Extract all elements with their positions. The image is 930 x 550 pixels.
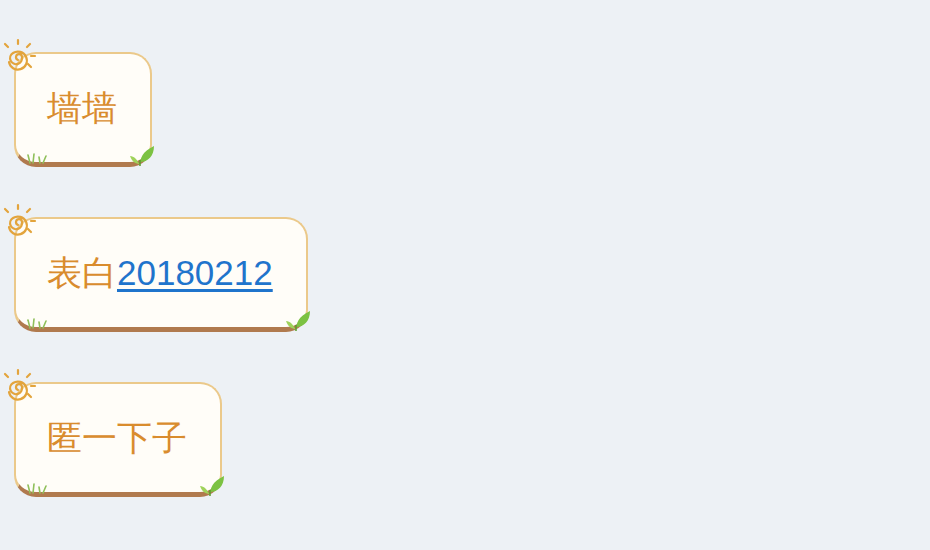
message-bubble[interactable]: 匿一下子 <box>14 382 222 497</box>
leaf-icon <box>128 142 158 168</box>
message-link[interactable]: 20180212 <box>117 253 273 292</box>
leaf-icon <box>198 472 228 498</box>
message-bubble[interactable]: 表白20180212 <box>14 217 308 332</box>
grass-icon <box>26 317 48 329</box>
message-text: 表白 <box>47 253 117 292</box>
grass-icon <box>26 482 48 494</box>
sun-icon <box>0 201 46 247</box>
message-text: 匿一下子 <box>47 418 187 457</box>
message-text: 墙墙 <box>47 88 117 127</box>
leaf-icon <box>284 307 314 333</box>
sun-icon <box>0 36 46 82</box>
grass-icon <box>26 152 48 164</box>
message-list: 墙墙表白20180212 匿一下子 <box>0 0 930 497</box>
sun-icon <box>0 366 46 412</box>
message-bubble[interactable]: 墙墙 <box>14 52 152 167</box>
